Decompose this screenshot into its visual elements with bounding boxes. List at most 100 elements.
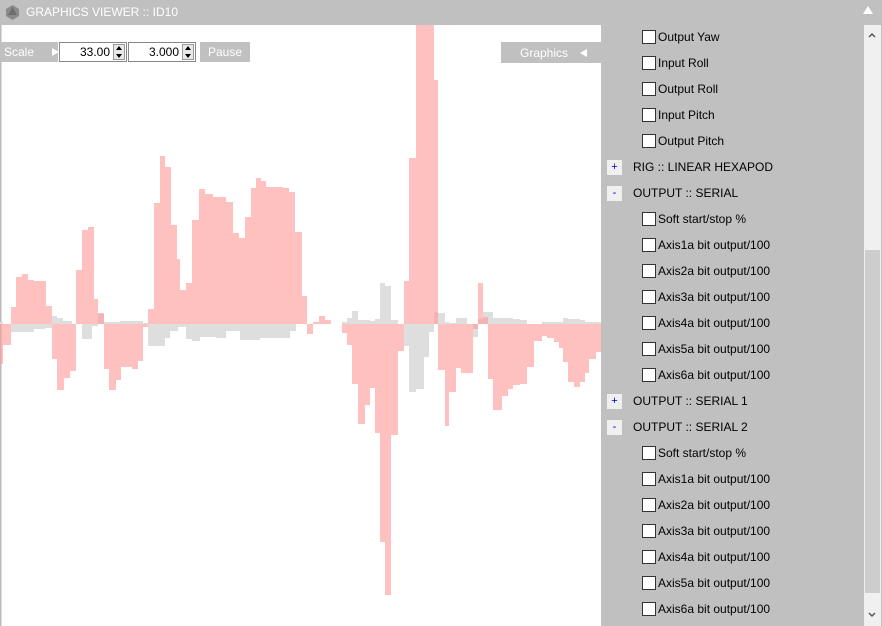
scroll-up-icon[interactable] xyxy=(868,31,876,39)
checkbox[interactable] xyxy=(642,290,656,304)
pink-series-bar xyxy=(261,181,266,324)
checkbox-label: Axis3a bit output/100 xyxy=(658,524,771,538)
checkbox-label: Axis1a bit output/100 xyxy=(658,472,771,486)
gray-series-bar xyxy=(429,324,434,332)
channel-checkbox-item[interactable]: Axis6a bit output/100 xyxy=(642,600,770,618)
pink-series-bar xyxy=(520,324,527,384)
pink-series-bar xyxy=(574,324,580,387)
scale-spinbox[interactable]: 33.00 xyxy=(59,42,127,62)
gray-series-bar xyxy=(449,323,456,324)
checkbox[interactable] xyxy=(642,368,656,382)
gray-series-bar xyxy=(585,322,596,324)
checkbox[interactable] xyxy=(642,498,656,512)
checkbox[interactable] xyxy=(642,342,656,356)
checkbox[interactable] xyxy=(642,82,656,96)
checkbox[interactable] xyxy=(642,602,656,616)
group-header[interactable]: + RIG :: LINEAR HEXAPOD xyxy=(607,158,773,176)
pink-series-bar xyxy=(385,324,391,595)
expand-button[interactable]: + xyxy=(607,393,622,409)
channel-checkbox-item[interactable]: Axis3a bit output/100 xyxy=(642,522,770,540)
gray-series-bar xyxy=(240,324,260,340)
checkbox[interactable] xyxy=(642,134,656,148)
scale-stepper[interactable] xyxy=(113,44,125,60)
channel-checkbox-item[interactable]: Soft start/stop % xyxy=(642,210,746,228)
channel-checkbox-item[interactable]: Output Roll xyxy=(642,80,718,98)
channel-checkbox-item[interactable]: Input Pitch xyxy=(642,106,715,124)
channel-checkbox-item[interactable]: Axis4a bit output/100 xyxy=(642,314,770,332)
offset-value[interactable]: 3.000 xyxy=(149,45,179,59)
checkbox-label: Axis6a bit output/100 xyxy=(658,368,771,382)
pink-series-bar xyxy=(205,194,213,324)
checkbox[interactable] xyxy=(642,472,656,486)
gray-series-bar xyxy=(456,318,467,324)
pink-series-bar xyxy=(233,233,239,324)
group-header[interactable]: - OUTPUT :: SERIAL xyxy=(607,184,738,202)
channel-checkbox-item[interactable]: Axis4a bit output/100 xyxy=(642,548,770,566)
scale-button[interactable]: Scale xyxy=(0,42,60,62)
gray-series-bar xyxy=(200,324,216,337)
channel-checkbox-item[interactable]: Output Pitch xyxy=(642,132,724,150)
pink-series-bar xyxy=(138,324,143,361)
gray-series-bar xyxy=(52,316,57,324)
checkbox[interactable] xyxy=(642,316,656,330)
group-header[interactable]: - OUTPUT :: SERIAL 2 xyxy=(607,418,748,436)
arrow-down-icon[interactable] xyxy=(116,54,122,58)
offset-stepper[interactable] xyxy=(182,44,194,60)
pink-series-bar xyxy=(177,259,180,324)
checkbox[interactable] xyxy=(642,446,656,460)
expand-button[interactable]: + xyxy=(607,159,622,175)
channel-checkbox-item[interactable]: Axis1a bit output/100 xyxy=(642,470,770,488)
arrow-down-icon[interactable] xyxy=(185,54,191,58)
scale-value[interactable]: 33.00 xyxy=(80,45,110,59)
collapse-button[interactable]: - xyxy=(607,419,622,435)
gray-series-bar xyxy=(568,319,580,324)
channel-checkbox-item[interactable]: Axis5a bit output/100 xyxy=(642,574,770,592)
channel-checkbox-item[interactable]: Axis1a bit output/100 xyxy=(642,236,770,254)
checkbox[interactable] xyxy=(642,550,656,564)
scroll-down-icon[interactable] xyxy=(868,611,876,619)
channel-checkbox-item[interactable]: Output Yaw xyxy=(642,28,720,46)
offset-spinbox[interactable]: 3.000 xyxy=(128,42,196,62)
graphics-panel-button[interactable]: Graphics xyxy=(501,42,601,63)
channel-checkbox-item[interactable]: Axis2a bit output/100 xyxy=(642,496,770,514)
pause-button[interactable]: Pause xyxy=(200,42,250,62)
group-header[interactable]: + OUTPUT :: SERIAL 1 xyxy=(607,392,748,410)
pink-series-bar xyxy=(104,324,109,369)
pink-series-bar xyxy=(256,178,261,324)
pink-series-bar xyxy=(449,324,456,392)
channel-checkbox-item[interactable]: Axis2a bit output/100 xyxy=(642,262,770,280)
pink-series-bar xyxy=(547,324,554,338)
scrollbar-thumb[interactable] xyxy=(865,250,880,593)
pink-series-bar xyxy=(76,270,82,324)
checkbox[interactable] xyxy=(642,30,656,44)
channel-checkbox-item[interactable]: Axis3a bit output/100 xyxy=(642,288,770,306)
pink-series-bar xyxy=(493,324,502,410)
pink-series-bar xyxy=(16,277,22,324)
checkbox[interactable] xyxy=(642,576,656,590)
checkbox[interactable] xyxy=(642,524,656,538)
pink-series-bar xyxy=(375,324,380,433)
checkbox[interactable] xyxy=(642,212,656,226)
pink-series-bar xyxy=(508,324,513,389)
checkbox[interactable] xyxy=(642,56,656,70)
channel-checkbox-item[interactable]: Axis5a bit output/100 xyxy=(642,340,770,358)
channel-checkbox-item[interactable]: Axis6a bit output/100 xyxy=(642,366,770,384)
pink-series-bar xyxy=(307,324,313,334)
pink-series-bar xyxy=(245,217,251,324)
channel-checkbox-item[interactable]: Input Roll xyxy=(642,54,709,72)
pink-series-bar xyxy=(98,313,104,324)
collapse-window-icon[interactable] xyxy=(863,6,873,14)
channel-checkbox-item[interactable]: Soft start/stop % xyxy=(642,444,746,462)
collapse-button[interactable]: - xyxy=(607,185,622,201)
checkbox[interactable] xyxy=(642,238,656,252)
checkbox-label: Axis6a bit output/100 xyxy=(658,602,771,616)
panel-scrollbar[interactable] xyxy=(864,25,881,626)
checkbox-label: Axis1a bit output/100 xyxy=(658,238,771,252)
pink-series-bar xyxy=(352,324,358,384)
checkbox[interactable] xyxy=(642,108,656,122)
arrow-up-icon[interactable] xyxy=(185,46,191,50)
arrow-up-icon[interactable] xyxy=(116,46,122,50)
gray-series-bar xyxy=(380,283,385,324)
checkbox[interactable] xyxy=(642,264,656,278)
gray-series-bar xyxy=(404,324,409,346)
